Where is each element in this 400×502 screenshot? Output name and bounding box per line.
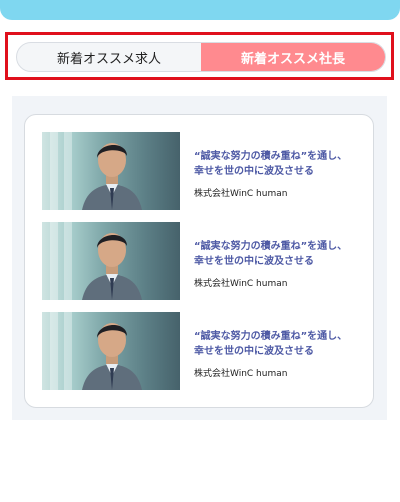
president-quote: “誠実な努力の積み重ね”を通し、 幸せを世の中に波及させる [194, 331, 348, 357]
list-item[interactable]: “誠実な努力の積み重ね”を通し、 幸せを世の中に波及させる 株式会社WinC h… [42, 132, 362, 210]
tab-new-jobs[interactable]: 新着オススメ求人 [17, 43, 201, 71]
tab-highlight-frame: 新着オススメ求人 新着オススメ社長 [5, 32, 394, 80]
tab-new-presidents[interactable]: 新着オススメ社長 [201, 43, 385, 71]
tab-switcher: 新着オススメ求人 新着オススメ社長 [16, 42, 386, 72]
top-bar [0, 0, 400, 20]
content-panel: “誠実な努力の積み重ね”を通し、 幸せを世の中に波及させる 株式会社WinC h… [12, 96, 387, 420]
company-name: 株式会社WinC human [194, 189, 288, 199]
company-name: 株式会社WinC human [194, 279, 288, 289]
president-photo [42, 222, 180, 300]
president-photo [42, 132, 180, 210]
president-list-card: “誠実な努力の積み重ね”を通し、 幸せを世の中に波及させる 株式会社WinC h… [24, 114, 374, 408]
list-item[interactable]: “誠実な努力の積み重ね”を通し、 幸せを世の中に波及させる 株式会社WinC h… [42, 312, 362, 390]
president-quote: “誠実な努力の積み重ね”を通し、 幸せを世の中に波及させる [194, 241, 348, 267]
president-quote: “誠実な努力の積み重ね”を通し、 幸せを世の中に波及させる [194, 151, 348, 177]
list-item[interactable]: “誠実な努力の積み重ね”を通し、 幸せを世の中に波及させる 株式会社WinC h… [42, 222, 362, 300]
president-photo [42, 312, 180, 390]
company-name: 株式会社WinC human [194, 369, 288, 379]
